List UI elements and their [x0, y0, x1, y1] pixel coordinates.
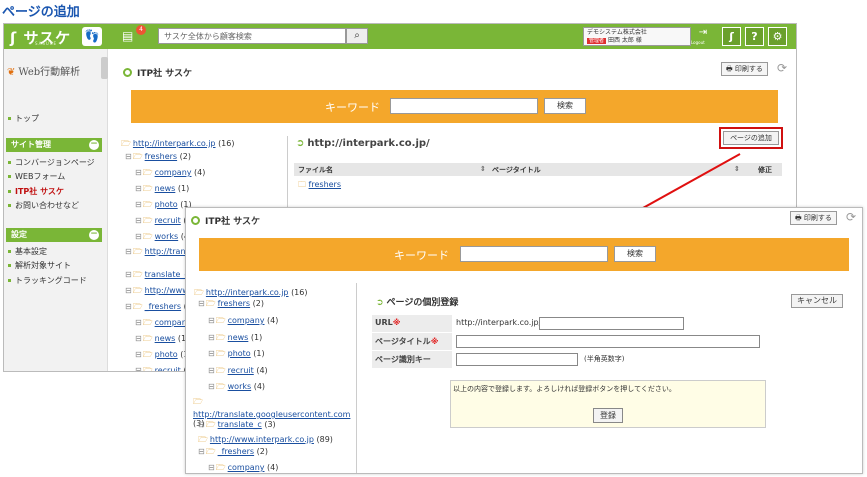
tree-item-label[interactable]: news — [228, 333, 249, 342]
tree-item-count: (4) — [253, 382, 266, 391]
folder-icon: 🗁 — [205, 447, 216, 456]
tree-expand-icon[interactable]: ⊟ — [198, 447, 205, 456]
confirm-message: 以上の内容で登録します。よろしければ登録ボタンを押してください。 — [453, 385, 676, 393]
tree-item-count: (4) — [256, 366, 268, 375]
page-key-input[interactable] — [456, 353, 578, 366]
tree-expand-icon[interactable]: ⊟ — [208, 382, 215, 391]
cancel-button[interactable]: キャンセル — [791, 294, 843, 308]
folder-icon: 🗁 — [193, 397, 203, 406]
tree-expand-icon[interactable]: ⊟ — [198, 299, 205, 308]
divider — [356, 283, 357, 473]
page-key-label: ページ識別キー — [372, 351, 452, 368]
tree-item-count: (4) — [267, 316, 279, 325]
tree-item-count: (4) — [267, 463, 279, 472]
tree-item-label[interactable]: photo — [228, 349, 251, 358]
tree-item[interactable]: ⊟🗁 translate_c (3) — [198, 419, 276, 433]
registration-window: ITP社 サスケ 🖶 印刷する ⟳ キーワード 検索 🗁 http://inter… — [185, 207, 863, 474]
tree-item-count: (2) — [252, 299, 264, 308]
tree-item-label[interactable]: http://translate.googleusercontent.com — [193, 410, 350, 419]
tree-item[interactable]: ⊟🗁 works (4) — [208, 381, 265, 395]
tree-item[interactable]: ⊟🗁 _freshers (2) — [198, 446, 268, 460]
url-input[interactable] — [539, 317, 684, 330]
tree-item-count: (89) — [316, 435, 333, 444]
folder-icon: 🗁 — [205, 299, 216, 308]
print-button[interactable]: 🖶 印刷する — [790, 211, 837, 225]
tree-item-label[interactable]: translate_c — [218, 420, 262, 429]
page-title-label: ページタイトル※ — [372, 333, 452, 350]
site-title: ITP社 サスケ — [191, 214, 260, 227]
folder-icon: 🗁 — [215, 463, 226, 472]
tree-item-label[interactable]: company — [228, 463, 265, 472]
tree-item[interactable]: ⊟🗁 company (4) — [208, 462, 279, 473]
title-row: ページタイトル※ — [372, 333, 762, 350]
tree-item-label[interactable]: freshers — [218, 299, 250, 308]
tree-expand-icon[interactable]: ⊟ — [208, 463, 215, 472]
tree-expand-icon[interactable]: ⊟ — [208, 333, 215, 342]
tree-item-label[interactable]: works — [228, 382, 252, 391]
tree-item-count: (16) — [291, 288, 308, 297]
form-title: ➲ ページの個別登録 — [376, 298, 459, 308]
confirm-box: 以上の内容で登録します。よろしければ登録ボタンを押してください。 登録 — [450, 380, 766, 428]
tree-expand-icon[interactable]: ⊟ — [208, 366, 215, 375]
tree-item[interactable]: ⊟🗁 company (4) — [208, 315, 278, 329]
url-prefix: http://interpark.co.jp/ — [456, 318, 542, 327]
register-button[interactable]: 登録 — [593, 408, 623, 423]
key-note: (半角英数字) — [584, 355, 625, 363]
page-title-input[interactable] — [456, 335, 760, 348]
tree-item[interactable]: ⊟🗁 recruit (4) — [208, 365, 268, 379]
tree-item-count: (3) — [264, 420, 276, 429]
tree-expand-icon[interactable]: ⊟ — [198, 420, 205, 429]
tree-item-count: (2) — [256, 447, 268, 456]
key-row: ページ識別キー (半角英数字) — [372, 351, 762, 368]
tree-expand-icon[interactable]: ⊟ — [208, 349, 215, 358]
tree-item-label[interactable]: http://www.interpark.co.jp — [210, 435, 314, 444]
folder-icon: 🗁 — [215, 333, 226, 342]
url-row: URL※ http://interpark.co.jp/ — [372, 315, 762, 332]
keyword-band: キーワード 検索 — [199, 238, 849, 271]
folder-icon: 🗁 — [194, 288, 204, 297]
folder-icon: 🗁 — [215, 316, 226, 325]
tree-item[interactable]: ⊟🗁 photo (1) — [208, 348, 265, 362]
folder-icon: 🗁 — [198, 435, 208, 444]
tree-item-label[interactable]: recruit — [228, 366, 254, 375]
keyword-search-button[interactable]: 検索 — [614, 246, 656, 262]
url-label: URL※ — [372, 315, 452, 332]
tree-item-label[interactable]: http://interpark.co.jp — [206, 288, 289, 297]
keyword-input[interactable] — [460, 246, 608, 262]
tree-item-label[interactable]: company — [228, 316, 265, 325]
tree-item[interactable]: ⊟🗁 news (1) — [208, 332, 262, 346]
folder-icon: 🗁 — [215, 349, 226, 358]
tree-item-count: (1) — [250, 333, 263, 342]
folder-icon: 🗁 — [215, 366, 226, 375]
tree-expand-icon[interactable]: ⊟ — [208, 316, 215, 325]
tree-item-count: (1) — [253, 349, 265, 358]
refresh-icon[interactable]: ⟳ — [846, 210, 856, 224]
keyword-label: キーワード — [394, 249, 449, 262]
folder-icon: 🗁 — [205, 420, 216, 429]
tree-item[interactable]: ⊟🗁 freshers (2) — [198, 298, 264, 312]
tree-item-label[interactable]: _freshers — [218, 447, 254, 456]
folder-icon: 🗁 — [215, 382, 226, 391]
